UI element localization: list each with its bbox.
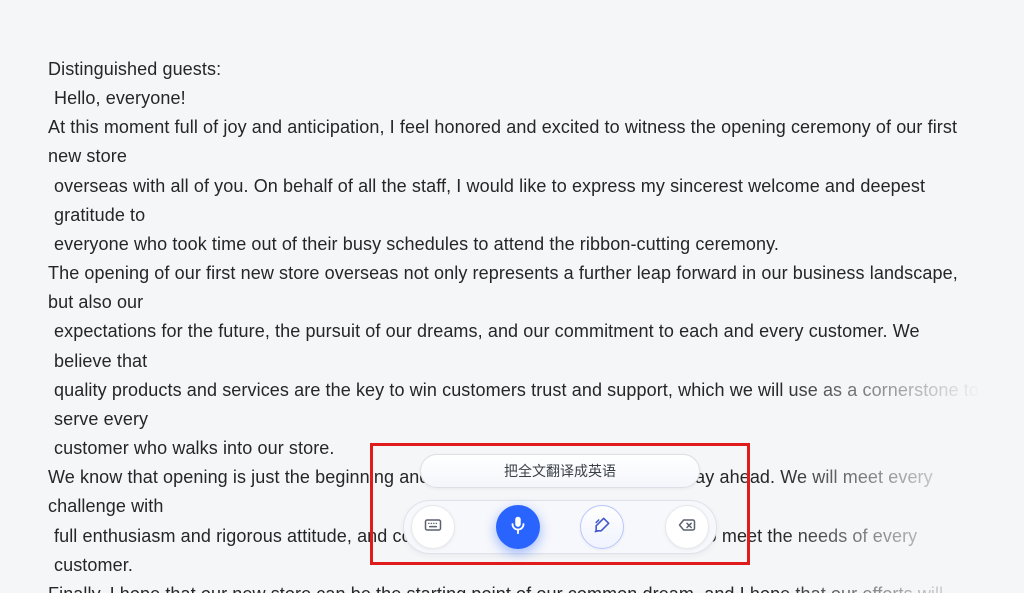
input-toolbar [403, 500, 717, 554]
backspace-icon [677, 515, 697, 540]
microphone-button[interactable] [496, 505, 540, 549]
text-line: Hello, everyone! [48, 84, 982, 113]
text-line: overseas with all of you. On behalf of a… [48, 172, 982, 230]
translate-suggestion-button[interactable]: 把全文翻译成英语 [420, 454, 700, 488]
text-line: everyone who took time out of their busy… [48, 230, 982, 259]
text-line: expectations for the future, the pursuit… [48, 317, 982, 375]
microphone-icon [507, 514, 529, 541]
keyboard-button[interactable] [411, 505, 455, 549]
text-line: At this moment full of joy and anticipat… [48, 113, 982, 171]
text-line: The opening of our first new store overs… [48, 259, 982, 317]
translate-suggestion-label: 把全文翻译成英语 [504, 461, 616, 481]
edit-button[interactable] [580, 505, 624, 549]
text-line: quality products and services are the ke… [48, 376, 982, 434]
backspace-button[interactable] [665, 505, 709, 549]
keyboard-icon [423, 515, 443, 540]
edit-icon [592, 515, 612, 540]
text-line: Distinguished guests: [48, 55, 982, 84]
text-line: Finally, I hope that our new store can b… [48, 580, 982, 593]
